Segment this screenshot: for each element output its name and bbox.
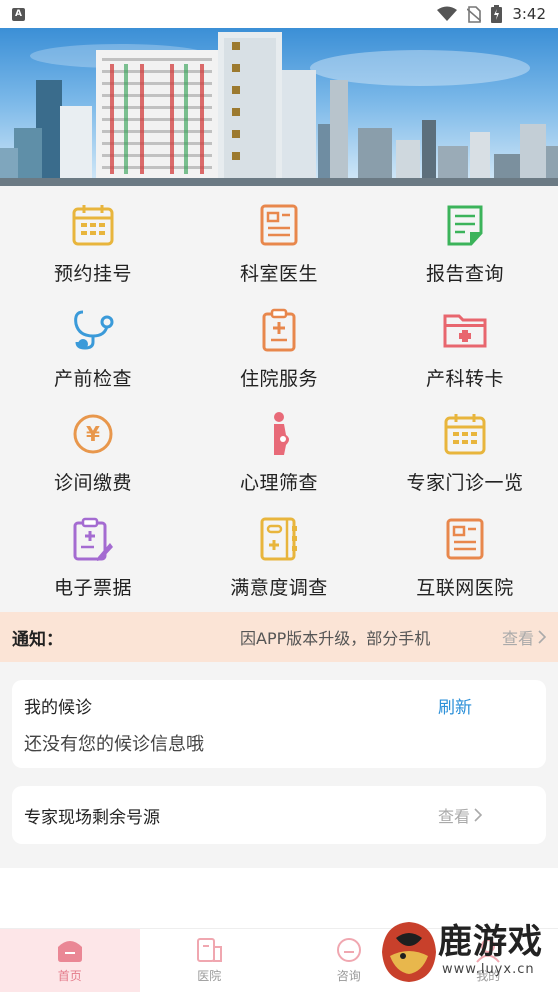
clock-time: 3:42	[512, 5, 546, 23]
nav-label: 咨询	[336, 969, 361, 983]
notice-bar[interactable]: 通知： 因APP版本升级，部分手机 查看	[0, 612, 558, 662]
pregnant-woman-icon	[254, 409, 304, 459]
calendar-icon	[440, 409, 490, 459]
menu-label: 满意度调查	[230, 576, 328, 599]
status-right: 3:42	[437, 5, 546, 23]
menu-label: 产前检查	[53, 367, 132, 390]
wifi-icon	[437, 6, 458, 22]
battery-icon	[491, 5, 503, 23]
svg-text:¥: ¥	[86, 422, 100, 446]
notice-more-label: 查看	[501, 629, 534, 648]
menu-item-expert-clinics[interactable]: 专家门诊一览	[372, 403, 558, 508]
calendar-icon	[68, 200, 118, 250]
report-icon	[440, 200, 490, 250]
expert-slots-more-link[interactable]: 查看	[438, 803, 482, 827]
menu-item-internet-hospital[interactable]: 互联网医院	[372, 508, 558, 613]
internet-hospital-icon	[440, 514, 490, 564]
site-watermark: 鹿游戏 www.luyx.cn	[376, 912, 558, 992]
nav-label: 首页	[57, 969, 82, 983]
chevron-right-icon	[538, 630, 546, 644]
status-left: A	[12, 7, 25, 21]
menu-item-clinic-payment[interactable]: ¥ 诊间缴费	[0, 403, 186, 508]
notice-more-link[interactable]: 查看	[502, 625, 546, 649]
expert-slots-card[interactable]: 专家现场剩余号源 查看	[12, 786, 546, 844]
menu-label: 电子票据	[53, 576, 132, 599]
menu-item-report-query[interactable]: 报告查询	[372, 194, 558, 299]
status-bar: A 3:42	[0, 0, 558, 28]
queue-empty-message: 还没有您的候诊信息哦	[24, 734, 204, 755]
watermark-text: 鹿游戏	[438, 922, 543, 962]
menu-label: 预约挂号	[53, 263, 132, 285]
app-notification-icon: A	[12, 7, 25, 21]
menu-label: 互联网医院	[416, 576, 514, 599]
menu-label: 报告查询	[425, 263, 504, 285]
expert-slots-title: 专家现场剩余号源	[24, 807, 160, 828]
nav-label: 医院	[197, 969, 222, 983]
notice-title: 通知：	[12, 629, 63, 650]
menu-item-e-receipt[interactable]: 电子票据	[0, 508, 186, 613]
nav-tab-home[interactable]: 首页	[0, 929, 140, 992]
deer-logo-icon	[382, 922, 436, 982]
menu-item-appointment[interactable]: 预约挂号	[0, 194, 186, 299]
doctor-card-icon	[254, 200, 304, 250]
menu-label: 住院服务	[239, 367, 318, 390]
hospital-icon	[197, 938, 223, 962]
survey-book-icon	[254, 514, 304, 564]
chevron-right-icon	[474, 808, 482, 822]
watermark-url: www.luyx.cn	[442, 962, 535, 977]
menu-label: 心理筛查	[239, 472, 318, 494]
menu-item-obstetric-transfer[interactable]: 产科转卡	[372, 299, 558, 404]
medical-folder-icon	[440, 305, 490, 355]
notice-text[interactable]: 因APP版本升级，部分手机	[240, 625, 490, 649]
refresh-button[interactable]: 刷新	[438, 693, 472, 718]
no-sim-icon	[467, 5, 482, 23]
menu-item-department-doctors[interactable]: 科室医生	[186, 194, 372, 299]
clipboard-plus-icon	[254, 305, 304, 355]
menu-item-inpatient-service[interactable]: 住院服务	[186, 299, 372, 404]
nav-tab-hospital[interactable]: 医院	[140, 929, 280, 992]
hospital-banner[interactable]	[0, 28, 558, 186]
yuan-coin-icon: ¥	[68, 409, 118, 459]
menu-item-psych-screening[interactable]: 心理筛查	[186, 403, 372, 508]
service-menu-grid: 预约挂号 科室医生 报告查询 产前检查 住院服务 产科转卡 ¥ 诊间缴费 心理筛…	[0, 186, 558, 612]
receipt-icon	[68, 514, 118, 564]
menu-label: 诊间缴费	[53, 472, 132, 494]
chat-icon	[336, 938, 361, 962]
menu-label: 产科转卡	[425, 367, 504, 390]
menu-item-prenatal-check[interactable]: 产前检查	[0, 299, 186, 404]
my-queue-card: 我的候诊 刷新 还没有您的候诊信息哦	[12, 680, 546, 768]
home-icon	[57, 941, 82, 962]
menu-item-satisfaction-survey[interactable]: 满意度调查	[186, 508, 372, 613]
expert-slots-more-label: 查看	[437, 807, 470, 826]
menu-label: 专家门诊一览	[406, 472, 524, 494]
stethoscope-icon	[68, 305, 118, 355]
menu-label: 科室医生	[239, 263, 318, 285]
